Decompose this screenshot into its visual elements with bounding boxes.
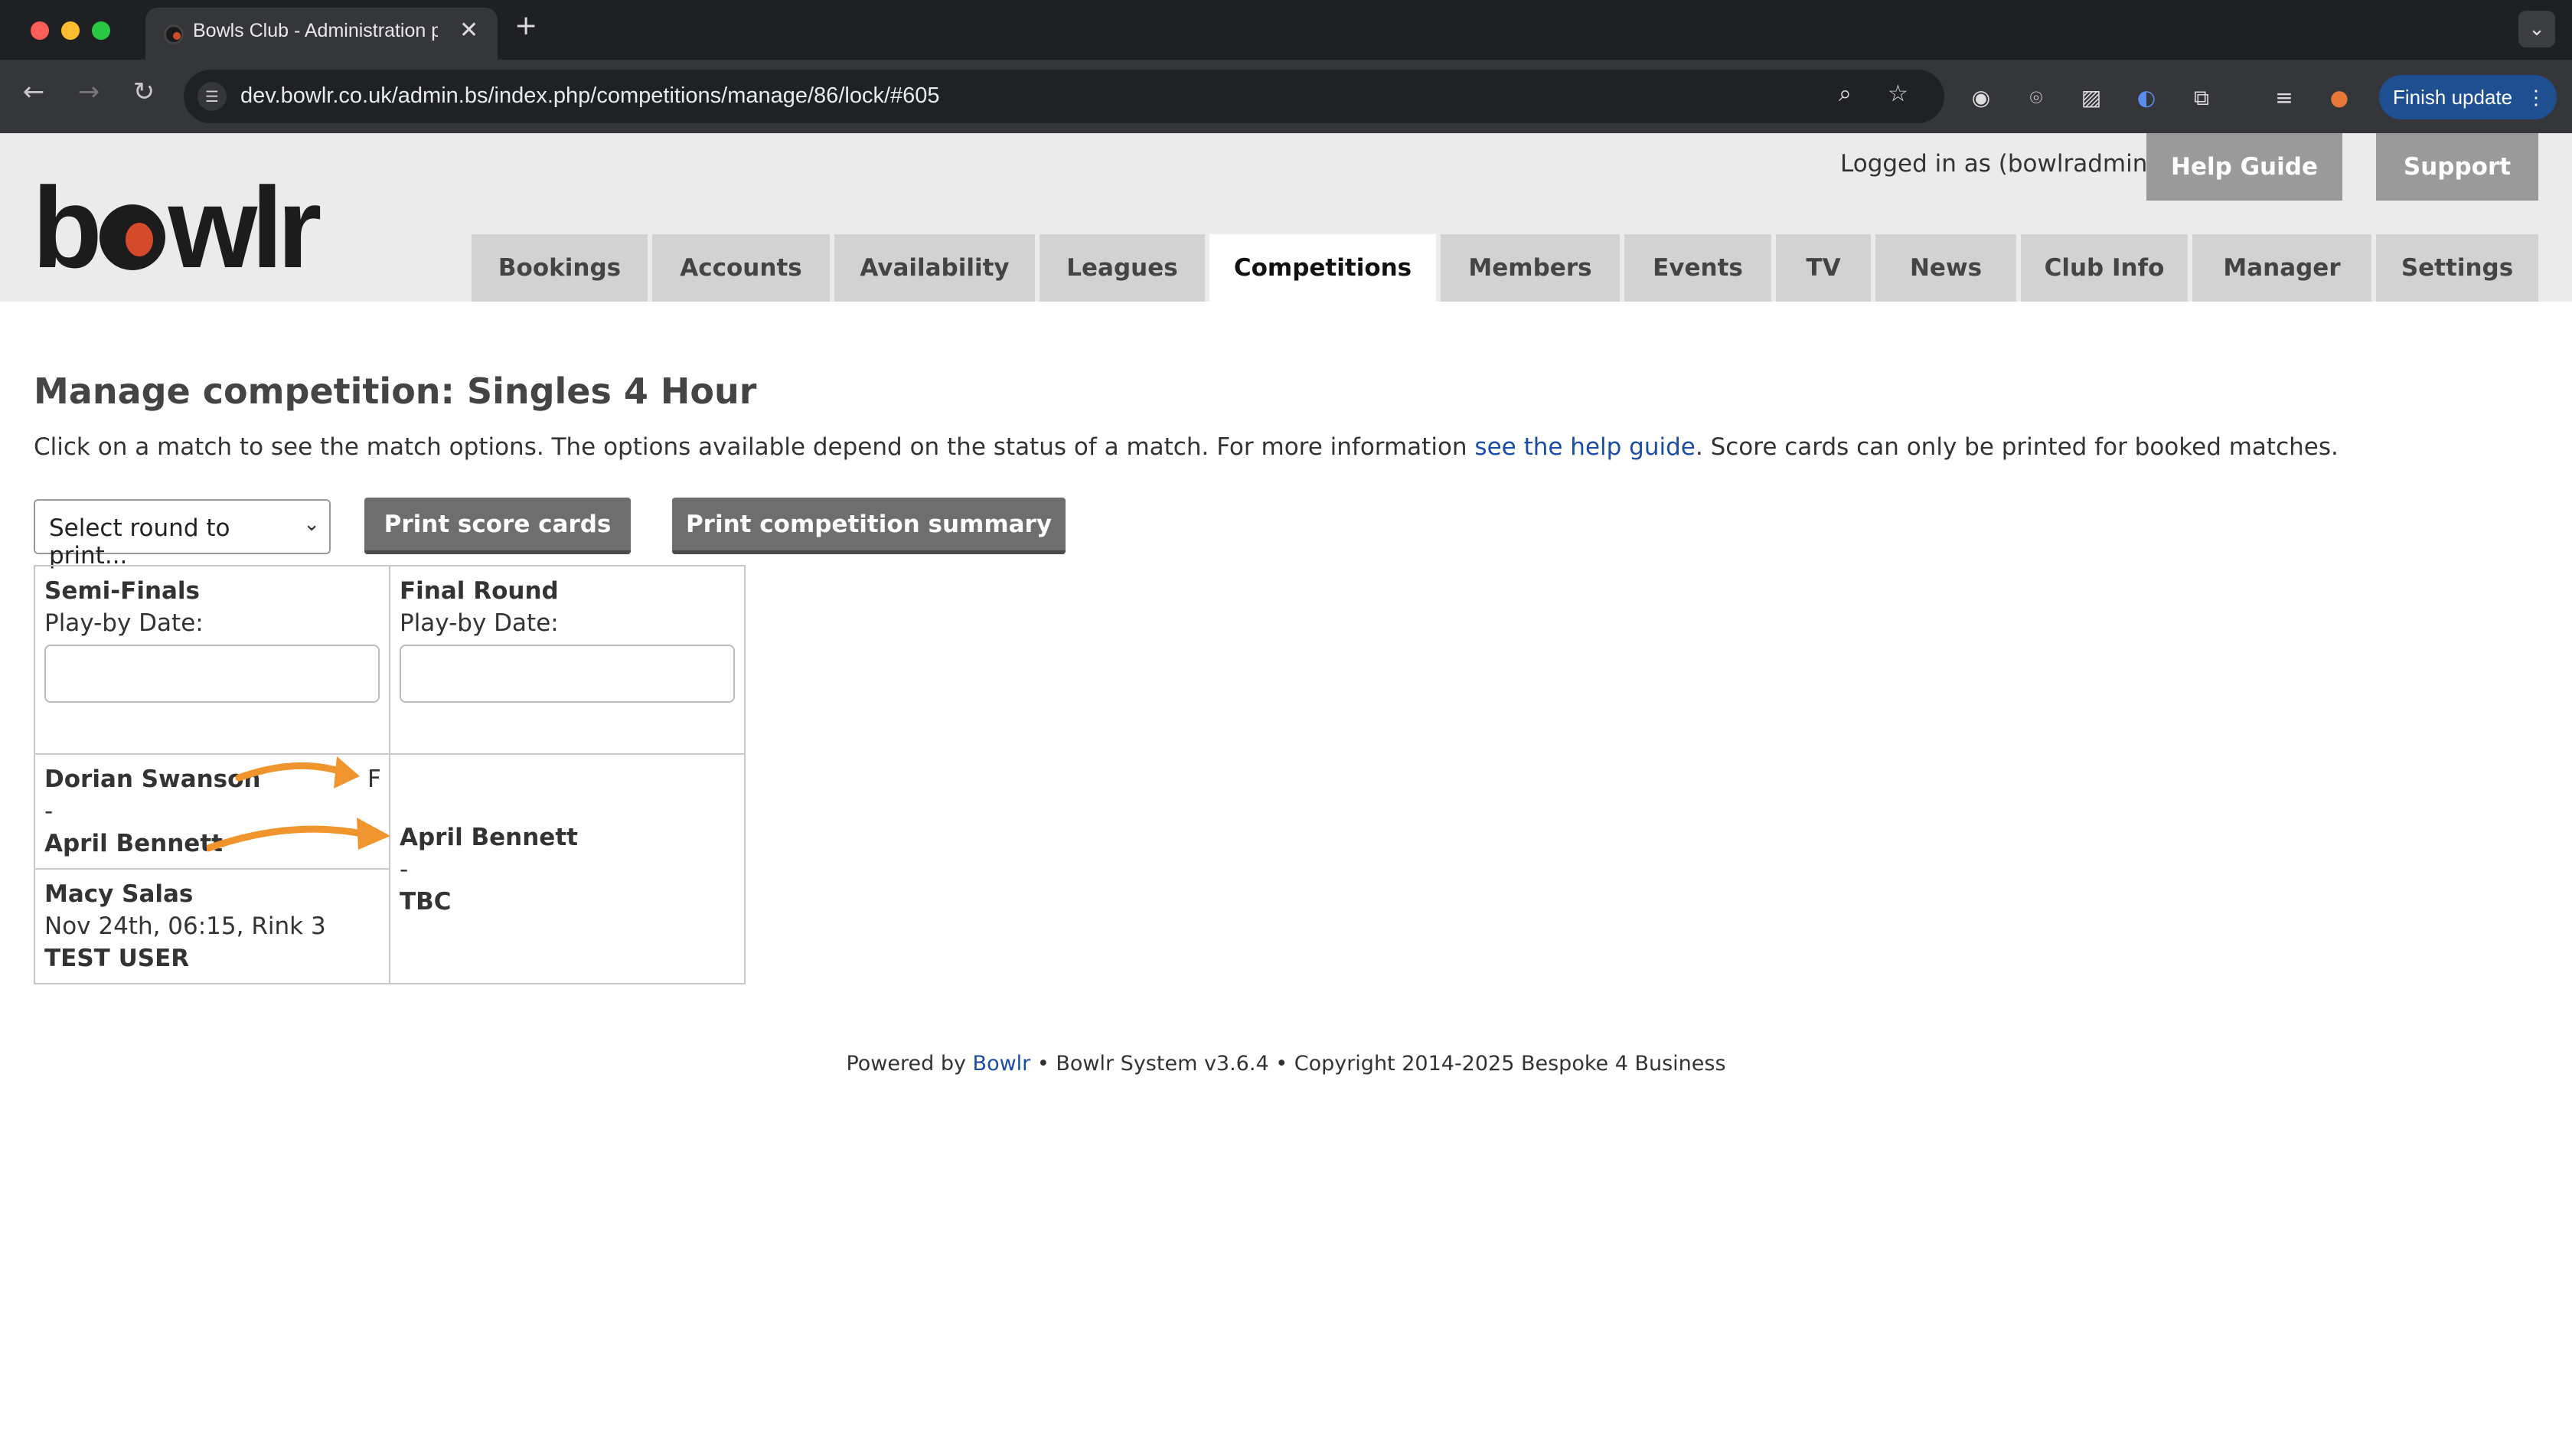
annotation-arrows <box>207 756 390 852</box>
finish-update-label: Finish update <box>2393 86 2513 109</box>
new-tab-icon[interactable]: + <box>514 12 537 40</box>
tab-leagues[interactable]: Leagues <box>1040 234 1205 302</box>
support-button[interactable]: Support <box>2376 133 2538 201</box>
print-score-cards-button[interactable]: Print score cards <box>364 498 631 554</box>
profile-avatar-icon[interactable]: ● <box>2324 83 2355 113</box>
help-guide-button[interactable]: Help Guide <box>2146 133 2342 201</box>
reload-icon[interactable]: ↻ <box>124 77 164 107</box>
round-name-semi-finals: Semi-Finals <box>44 577 201 605</box>
browser-tab-bar: Bowls Club - Administration p ✕ + ⌄ <box>0 0 2572 60</box>
match-2-details: Nov 24th, 06:15, Rink 3 <box>44 912 326 940</box>
playby-date-input-final[interactable] <box>400 645 735 703</box>
tab-tv[interactable]: TV <box>1776 234 1871 302</box>
color-picker-extension-icon[interactable]: ▨ <box>2076 83 2107 113</box>
tab-manager[interactable]: Manager <box>2192 234 2371 302</box>
match-2-player-2: TEST USER <box>44 945 190 972</box>
close-window-button[interactable] <box>31 21 49 40</box>
browser-tab[interactable]: Bowls Club - Administration p ✕ <box>145 8 498 60</box>
tab-news[interactable]: News <box>1875 234 2016 302</box>
tab-accounts[interactable]: Accounts <box>652 234 830 302</box>
logo-text-b: b <box>32 163 103 292</box>
final-match[interactable]: April Bennett - TBC <box>390 755 746 984</box>
page-footer: Powered by Bowlr • Bowlr System v3.6.4 •… <box>0 1052 2572 1076</box>
bowlr-favicon-icon <box>164 24 184 44</box>
site-info-icon[interactable]: ☰ <box>197 82 227 111</box>
match-2-player-1: Macy Salas <box>44 880 194 908</box>
intro-text: Click on a match to see the match option… <box>34 433 2339 461</box>
footer-version-copyright: • Bowlr System v3.6.4 • Copyright 2014-2… <box>1030 1052 1726 1076</box>
tab-events[interactable]: Events <box>1624 234 1771 302</box>
final-round-header: Final Round Play-by Date: <box>390 566 746 755</box>
tab-members[interactable]: Members <box>1441 234 1620 302</box>
site-header: b wlr Logged in as (bowlradmin) Help Guid… <box>0 133 2572 302</box>
reading-list-icon[interactable]: ≡ <box>2269 83 2299 113</box>
bookmark-star-icon[interactable]: ☆ <box>1888 80 1908 107</box>
semi-finals-header: Semi-Finals Play-by Date: <box>35 566 390 755</box>
url-text[interactable]: dev.bowlr.co.uk/admin.bs/index.php/compe… <box>240 83 940 109</box>
bowlr-footer-link[interactable]: Bowlr <box>973 1052 1031 1076</box>
intro-text-after: . Score cards can only be printed for bo… <box>1695 433 2339 461</box>
address-bar[interactable]: ☰ dev.bowlr.co.uk/admin.bs/index.php/com… <box>184 70 1944 123</box>
sync-extension-icon[interactable]: ◐ <box>2131 83 2162 113</box>
bowlr-logo[interactable]: b wlr <box>32 170 322 285</box>
print-competition-summary-button[interactable]: Print competition summary <box>672 498 1066 554</box>
round-name-final: Final Round <box>400 577 559 605</box>
browser-toolbar: ← → ↻ ☰ dev.bowlr.co.uk/admin.bs/index.p… <box>0 60 2572 133</box>
finish-update-button[interactable]: Finish update ⋮ <box>2379 75 2557 119</box>
maximize-window-button[interactable] <box>92 21 110 40</box>
page-title: Manage competition: Singles 4 Hour <box>34 371 757 412</box>
tab-title: Bowls Club - Administration p <box>193 20 438 41</box>
tab-competitions[interactable]: Competitions <box>1209 234 1436 302</box>
zoom-icon[interactable]: ⌕ <box>1839 80 1852 107</box>
tab-availability[interactable]: Availability <box>834 234 1035 302</box>
arrow-to-final-player <box>207 818 390 852</box>
round-select-dropdown[interactable]: Select round to print... ⌄ <box>34 499 331 570</box>
match-1-separator: - <box>44 798 54 825</box>
final-player-1: April Bennett <box>400 824 578 851</box>
footer-powered-by: Powered by <box>846 1052 973 1076</box>
camera-extension-icon[interactable]: ◉ <box>1966 83 1996 113</box>
tab-bookings[interactable]: Bookings <box>472 234 648 302</box>
extensions-puzzle-icon[interactable]: ⧉ <box>2186 83 2217 113</box>
minimize-window-button[interactable] <box>61 21 80 40</box>
screenshot-extension-icon[interactable]: ⌾ <box>2021 83 2051 113</box>
playby-label-semi: Play-by Date: <box>44 609 204 637</box>
match-1-player-2: April Bennett <box>44 830 223 857</box>
final-player-2: TBC <box>400 888 452 916</box>
close-tab-icon[interactable]: ✕ <box>459 17 478 44</box>
back-arrow-icon[interactable]: ← <box>14 77 54 107</box>
round-select-value: Select round to print... <box>49 514 230 570</box>
chevron-down-icon: ⌄ <box>303 513 320 536</box>
intro-text-before: Click on a match to see the match option… <box>34 433 1475 461</box>
tab-search-chevron-icon[interactable]: ⌄ <box>2518 11 2555 47</box>
arrow-to-forfeit-flag <box>235 756 360 788</box>
logged-in-status: Logged in as (bowlradmin) <box>1840 150 2157 178</box>
bowl-ball-icon <box>99 204 165 270</box>
playby-date-input-semi[interactable] <box>44 645 380 703</box>
tab-settings[interactable]: Settings <box>2376 234 2538 302</box>
tab-club-info[interactable]: Club Info <box>2021 234 2188 302</box>
logo-text-wlr: wlr <box>168 163 322 292</box>
help-guide-link[interactable]: see the help guide <box>1474 433 1695 461</box>
forward-arrow-icon[interactable]: → <box>69 77 109 107</box>
semi-final-match-2[interactable]: Macy Salas Nov 24th, 06:15, Rink 3 TEST … <box>35 870 390 984</box>
playby-label-final: Play-by Date: <box>400 609 559 637</box>
kebab-menu-icon: ⋮ <box>2526 86 2546 109</box>
